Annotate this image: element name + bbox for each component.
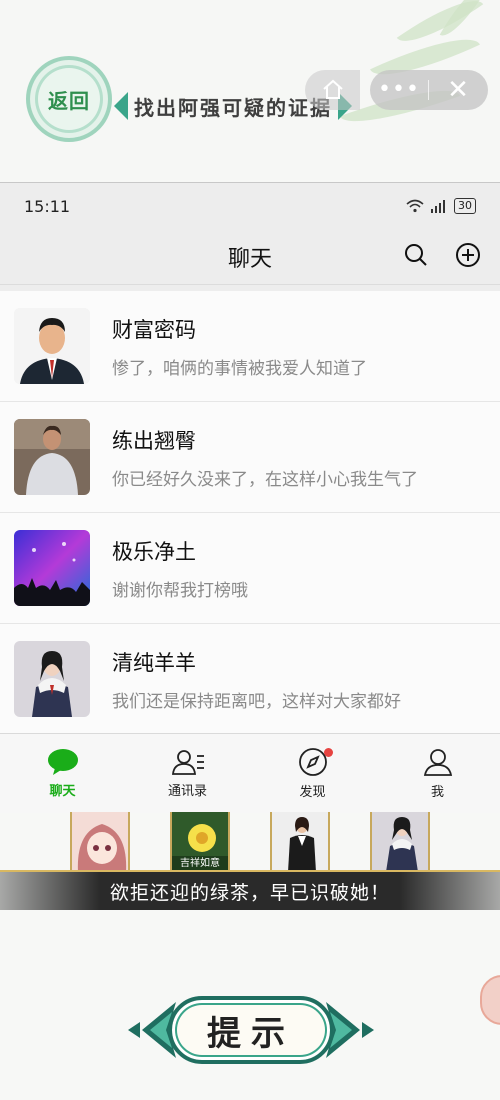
compass-icon	[298, 748, 327, 776]
home-icon	[322, 79, 343, 99]
schoolgirl-avatar	[14, 641, 90, 717]
chat-text: 练出翘臀 你已经好久没来了，在这样小心我生气了	[112, 425, 418, 490]
side-promo-badge[interactable]	[480, 975, 500, 1025]
chat-bubble-icon	[47, 749, 78, 775]
chat-name: 极乐净土	[112, 539, 196, 564]
clue-card-flower[interactable]: 吉祥如意	[170, 812, 230, 872]
chat-item[interactable]: 极乐净土 谢谢你帮我打榜哦	[0, 513, 500, 624]
man-white-shirt-avatar	[14, 419, 90, 495]
decorative-leaf	[439, 0, 491, 44]
chat-item[interactable]: 清纯羊羊 我们还是保持距离吧，这样对大家都好	[0, 624, 500, 735]
wifi-icon	[406, 199, 424, 213]
chat-app-bar: 聊天	[0, 229, 500, 285]
clue-caption: 欲拒还迎的绿茶，早已识破她！	[109, 881, 390, 904]
notification-dot-icon	[324, 748, 333, 757]
tab-bar: 聊天 通讯录 发现 我	[0, 733, 500, 813]
battery-icon: 30	[454, 198, 476, 214]
chat-app-title: 聊天	[227, 246, 272, 272]
person-icon	[423, 749, 452, 776]
signal-icon	[431, 200, 445, 213]
home-button[interactable]	[305, 70, 360, 110]
game-header: 返回 找出阿强可疑的证据 ••• ✕	[0, 0, 500, 180]
clue-caption-bar: 欲拒还迎的绿茶，早已识破她！	[0, 870, 500, 910]
tab-label: 通讯录	[167, 784, 207, 799]
schoolgirl-portrait	[372, 812, 428, 870]
businesswoman-portrait	[272, 812, 328, 870]
tab-label: 聊天	[49, 784, 76, 799]
tab-chats[interactable]: 聊天	[0, 734, 125, 813]
tab-discover[interactable]: 发现	[250, 734, 375, 813]
search-icon[interactable]	[402, 241, 430, 269]
hint-button[interactable]: 提示	[128, 992, 374, 1068]
close-icon[interactable]: ✕	[429, 70, 487, 110]
chat-item[interactable]: 财富密码 惨了，咱俩的事情被我爱人知道了	[0, 291, 500, 402]
app-bar-actions	[402, 241, 482, 269]
add-icon[interactable]	[454, 241, 482, 269]
mini-program-capsule: ••• ✕	[370, 70, 488, 110]
chat-message: 惨了，咱俩的事情被我爱人知道了	[112, 358, 367, 379]
tab-label: 发现	[299, 785, 326, 800]
banner-left-arrow-icon	[114, 92, 128, 120]
contacts-icon	[171, 750, 204, 775]
chat-name: 财富密码	[112, 317, 196, 342]
chat-list: 财富密码 惨了，咱俩的事情被我爱人知道了 练出翘臀 你已经好久没来了，在这样小心…	[0, 291, 500, 735]
tab-contacts[interactable]: 通讯录	[125, 734, 250, 813]
clue-card-businesswoman[interactable]	[270, 812, 330, 872]
chat-text: 清纯羊羊 我们还是保持距离吧，这样对大家都好	[112, 647, 401, 712]
back-button[interactable]: 返回	[26, 56, 112, 142]
status-icons: 30	[406, 198, 476, 214]
chat-text: 财富密码 惨了，咱俩的事情被我爱人知道了	[112, 314, 367, 379]
chat-message: 我们还是保持距离吧，这样对大家都好	[112, 691, 401, 712]
chat-message: 谢谢你帮我打榜哦	[112, 580, 248, 601]
tab-label: 我	[430, 785, 444, 800]
status-time: 15:11	[24, 196, 71, 216]
businessman-avatar	[14, 308, 90, 384]
status-bar: 15:11 30	[0, 183, 500, 229]
chat-message: 你已经好久没来了，在这样小心我生气了	[112, 469, 418, 490]
phone-screen: 15:11 30 聊天 财富密码 惨了，咱俩的事情被我爱人知道了 练出翘臀 你已…	[0, 182, 500, 813]
back-label: 返回	[48, 88, 90, 113]
hint-label: 提示	[207, 1013, 295, 1054]
chat-name: 清纯羊羊	[112, 650, 196, 675]
tab-me[interactable]: 我	[375, 734, 500, 813]
hint-plaque: 提示	[168, 996, 334, 1064]
clue-card-schoolgirl[interactable]	[370, 812, 430, 872]
flower-card-caption: 吉祥如意	[180, 858, 220, 869]
anime-girl-portrait	[72, 812, 128, 870]
chat-name: 练出翘臀	[112, 428, 196, 453]
chat-item[interactable]: 练出翘臀 你已经好久没来了，在这样小心我生气了	[0, 402, 500, 513]
concert-avatar	[14, 530, 90, 606]
clue-card-anime-girl[interactable]	[70, 812, 130, 872]
chat-text: 极乐净土 谢谢你帮我打榜哦	[112, 536, 248, 601]
clue-strip: 吉祥如意 欲拒还迎的绿茶，早已识破她！	[0, 812, 500, 910]
more-icon[interactable]: •••	[370, 70, 428, 110]
